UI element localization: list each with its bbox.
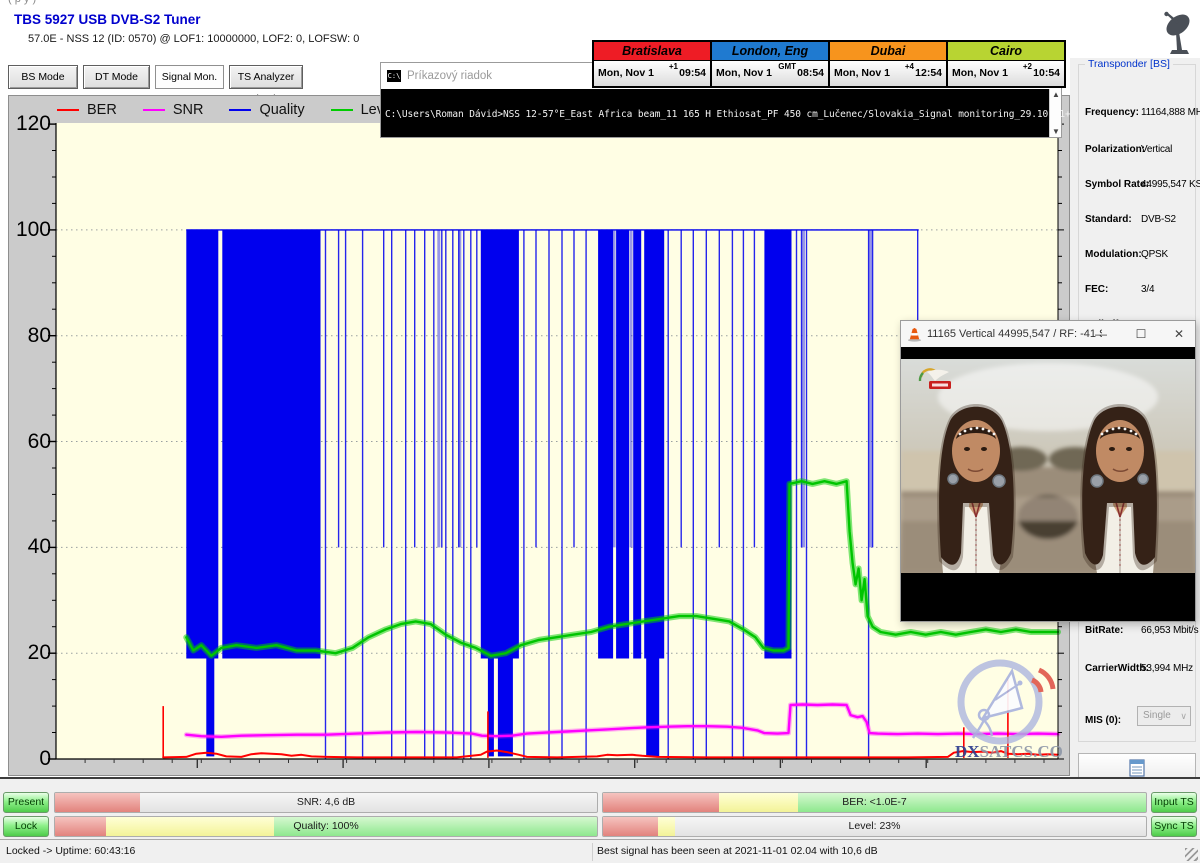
scroll-down-icon[interactable]: ▼ [1050,127,1062,136]
world-clock-panel: Bratislava Mon, Nov 1 +1 09:54 London, E… [592,40,1066,88]
cmd-output-area[interactable]: C:\Users\Roman Dávid>NSS 12-57°E_East Af… [381,89,1049,137]
field-label: Frequency: [1085,107,1139,118]
clock-date: Mon, Nov 1 [598,67,654,79]
status-divider [592,843,593,861]
maximize-icon[interactable]: ☐ [1126,321,1156,347]
field-mis: MIS (0): Single ∨ [1085,710,1191,728]
vlc-player-window: 11165 Vertical 44995,547 / RF: -41 SNR: … [900,320,1196,622]
snr-bar-label: SNR: 4,6 dB [55,793,597,812]
clock-offset: +2 [1023,62,1032,71]
level-bar-label: Level: 23% [603,817,1146,836]
sync-ts-button[interactable]: Sync TS [1151,816,1197,837]
clock-offset: +1 [669,62,678,71]
cmd-prompt-line: C:\Users\Roman Dávid>NSS 12-57°E_East Af… [385,109,1071,120]
present-button[interactable]: Present [3,792,49,813]
dt-mode-button[interactable]: DT Mode [83,65,150,89]
field-value: 53,994 MHz [1141,663,1193,674]
clock-time: 12:54 [915,67,942,79]
lock-button[interactable]: Lock [3,816,49,837]
ber-bar-label: BER: <1.0E-7 [603,793,1146,812]
field-value: Vertical [1141,144,1172,155]
watermark-dx: DX [955,742,980,761]
clock-bratislava: Bratislava Mon, Nov 1 +1 09:54 [594,42,712,86]
signal-mon-button[interactable]: Signal Mon. [155,65,224,89]
mis-value: Single [1143,710,1171,721]
quality-bar: Quality: 100% [54,816,598,837]
resize-grip[interactable] [1185,848,1198,861]
desktop: { "app": { "title": "TBS 5927 USB DVB-S2… [0,0,1200,863]
field-label: CarrierWidth: [1085,663,1149,674]
clock-dubai: Dubai Mon, Nov 1 +4 12:54 [830,42,948,86]
best-signal-status: Best signal has been seen at 2021-11-01 … [597,845,878,857]
field-label: Modulation: [1085,249,1142,260]
clock-time: 08:54 [797,67,824,79]
vlc-window-title: 11165 Vertical 44995,547 / RF: -41 SNR: … [927,328,1102,340]
clock-time: 09:54 [679,67,706,79]
clock-city: Dubai [830,42,946,61]
clock-body: Mon, Nov 1 +4 12:54 [830,61,946,86]
clock-body: Mon, Nov 1 +2 10:54 [948,61,1064,86]
field-value: 3/4 [1141,284,1154,295]
clock-offset: +4 [905,62,914,71]
scroll-up-icon[interactable]: ▲ [1050,90,1062,99]
field-value: 44995,547 KS/s [1141,179,1200,190]
watermark-rest: SATCS.COM [980,742,1063,761]
field-label: Standard: [1085,214,1132,225]
field-label: Polarization: [1085,144,1145,155]
input-ts-button[interactable]: Input TS [1151,792,1197,813]
svg-text:DXSATCS.COM: DXSATCS.COM [955,742,1063,761]
cmd-scrollbar[interactable]: ▲ ▼ [1049,89,1061,137]
cmd-icon: C:\ [387,70,401,82]
clock-date: Mon, Nov 1 [716,67,772,79]
clock-city: Cairo [948,42,1064,61]
clock-body: Mon, Nov 1 GMT 08:54 [712,61,828,86]
field-label: MIS (0): [1085,715,1121,726]
minimize-icon[interactable]: — [1086,321,1116,347]
chevron-down-icon: ∨ [1180,707,1187,725]
field-label: FEC: [1085,284,1108,295]
ber-bar: BER: <1.0E-7 [602,792,1147,813]
field-label: Symbol Rate: [1085,179,1149,190]
video-frame[interactable] [901,347,1195,621]
close-icon[interactable]: ✕ [1164,321,1194,347]
level-bar: Level: 23% [602,816,1147,837]
app-title: TBS 5927 USB DVB-S2 Tuner [14,12,201,27]
clock-city: Bratislava [594,42,710,61]
vlc-titlebar[interactable]: 11165 Vertical 44995,547 / RF: -41 SNR: … [901,321,1195,347]
clock-time: 10:54 [1033,67,1060,79]
vlc-cone-icon [907,327,922,342]
status-bars-panel: Present SNR: 4,6 dB Lock Quality: 100% B… [0,779,1200,839]
satellite-dish-icon [1156,10,1196,56]
clock-offset: GMT [778,62,796,71]
bs-mode-button[interactable]: BS Mode [8,65,78,89]
mis-dropdown[interactable]: Single ∨ [1137,706,1191,726]
field-value: DVB-S2 [1141,214,1176,225]
clock-body: Mon, Nov 1 +1 09:54 [594,61,710,86]
quality-bar-label: Quality: 100% [55,817,597,836]
field-value: 66,953 Mbit/s [1141,625,1198,636]
cmd-window-title: Príkazový riadok [407,70,492,82]
clock-date: Mon, Nov 1 [834,67,890,79]
status-bar: Locked -> Uptime: 60:43:16 Best signal h… [0,839,1200,863]
snr-bar: SNR: 4,6 dB [54,792,598,813]
clock-city: London, Eng [712,42,828,61]
app-subtitle: 57.0E - NSS 12 (ID: 0570) @ LOF1: 100000… [28,33,359,45]
transponder-title: Transponder [BS] [1085,58,1173,70]
dxsatcs-logo: DXSATCS.COM [947,658,1063,762]
list-button-icon [1129,759,1145,777]
clock-cairo: Cairo Mon, Nov 1 +2 10:54 [948,42,1064,86]
clock-london: London, Eng Mon, Nov 1 GMT 08:54 [712,42,830,86]
ts-analyzer-button[interactable]: TS Analyzer (OK) [229,65,303,89]
clock-date: Mon, Nov 1 [952,67,1008,79]
field-value: 11164,888 MHz [1141,107,1200,118]
clipped-text-artifact: ( p y ) [8,0,118,6]
field-value: QPSK [1141,249,1168,260]
field-label: BitRate: [1085,625,1123,636]
lock-uptime-status: Locked -> Uptime: 60:43:16 [6,845,135,857]
